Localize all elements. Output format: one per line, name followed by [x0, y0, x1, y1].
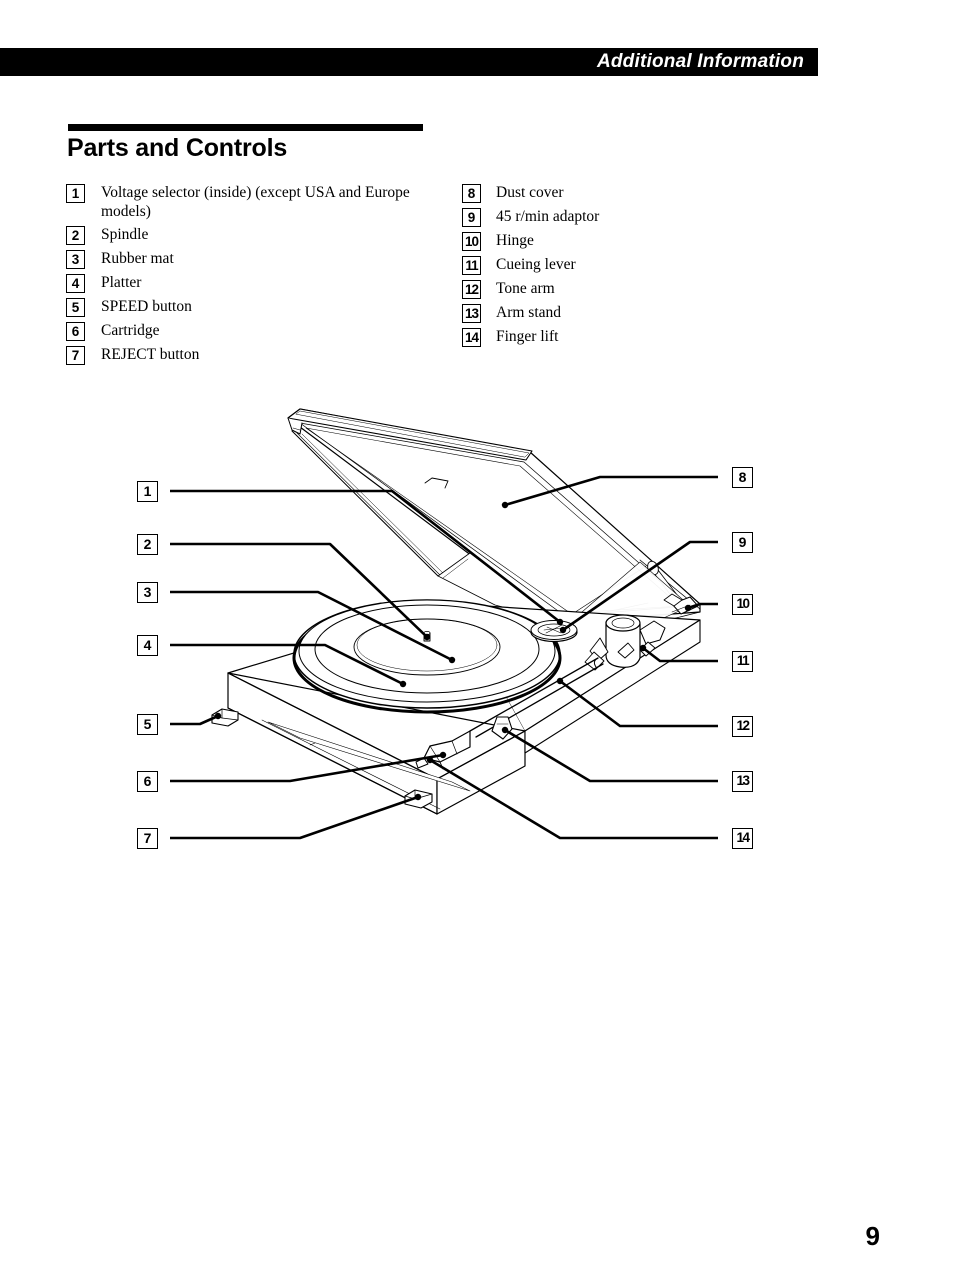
legend-item-label: Tone arm	[496, 280, 555, 297]
legend-number-box: 5	[66, 298, 85, 317]
diagram-callout-7: 7	[137, 828, 158, 849]
diagram-callout-10: 10	[732, 594, 753, 615]
legend-number-box: 1	[66, 184, 85, 203]
legend-item-label: Arm stand	[496, 304, 562, 321]
legend-item: 9 45 r/min adaptor	[462, 207, 762, 227]
legend-number-box: 4	[66, 274, 85, 293]
legend-item-label: Cueing lever	[496, 256, 576, 273]
legend-item: 6 Cartridge	[66, 321, 441, 341]
legend-item: 8 Dust cover	[462, 183, 762, 203]
legend-item-label: Spindle	[101, 226, 149, 243]
diagram-callout-11: 11	[732, 651, 753, 672]
diagram-callout-4: 4	[137, 635, 158, 656]
diagram-callout-8: 8	[732, 467, 753, 488]
legend-item-label: Voltage selector (inside) (except USA an…	[101, 184, 410, 220]
title-rule	[68, 124, 423, 131]
legend-number-box: 2	[66, 226, 85, 245]
legend-item: 11 Cueing lever	[462, 255, 762, 275]
diagram-callout-9: 9	[732, 532, 753, 553]
legend-number-box: 7	[66, 346, 85, 365]
legend-item-label: Hinge	[496, 232, 534, 249]
page-number: 9	[865, 1221, 880, 1251]
diagram-callout-1: 1	[137, 481, 158, 502]
legend-item: 7 REJECT button	[66, 345, 441, 365]
legend-right-column: 8 Dust cover 9 45 r/min adaptor 10 Hinge…	[462, 183, 762, 351]
legend-item-label: Finger lift	[496, 328, 559, 345]
legend-item: 2 Spindle	[66, 225, 441, 245]
page-title: Parts and Controls	[67, 134, 288, 162]
legend-item: 1 Voltage selector (inside) (except USA …	[66, 183, 441, 221]
legend-number-box: 9	[462, 208, 481, 227]
diagram-callout-6: 6	[137, 771, 158, 792]
legend-item: 10 Hinge	[462, 231, 762, 251]
diagram-callout-2: 2	[137, 534, 158, 555]
legend-item-label: REJECT button	[101, 346, 200, 363]
legend-item: 14 Finger lift	[462, 327, 762, 347]
legend-item-label: SPEED button	[101, 298, 192, 315]
legend-number-box: 3	[66, 250, 85, 269]
legend-number-box: 12	[462, 280, 481, 299]
legend-item: 12 Tone arm	[462, 279, 762, 299]
legend-item: 5 SPEED button	[66, 297, 441, 317]
legend-left-column: 1 Voltage selector (inside) (except USA …	[66, 183, 441, 369]
legend-item-label: Cartridge	[101, 322, 160, 339]
section-header-band: Additional Information	[0, 48, 818, 76]
diagram-callout-12: 12	[732, 716, 753, 737]
legend-number-box: 8	[462, 184, 481, 203]
legend-item-label: Dust cover	[496, 184, 564, 201]
diagram-callout-14: 14	[732, 828, 753, 849]
legend-item-label: 45 r/min adaptor	[496, 208, 600, 225]
legend-number-box: 10	[462, 232, 481, 251]
diagram-callout-5: 5	[137, 714, 158, 735]
legend-item-label: Platter	[101, 274, 142, 291]
legend-number-box: 11	[462, 256, 481, 275]
legend-number-box: 14	[462, 328, 481, 347]
diagram-callout-3: 3	[137, 582, 158, 603]
legend-item-label: Rubber mat	[101, 250, 174, 267]
legend-item: 13 Arm stand	[462, 303, 762, 323]
diagram-callout-13: 13	[732, 771, 753, 792]
legend-item: 3 Rubber mat	[66, 249, 441, 269]
legend-number-box: 6	[66, 322, 85, 341]
legend-number-box: 13	[462, 304, 481, 323]
section-header-label: Additional Information	[596, 51, 804, 72]
legend-item: 4 Platter	[66, 273, 441, 293]
